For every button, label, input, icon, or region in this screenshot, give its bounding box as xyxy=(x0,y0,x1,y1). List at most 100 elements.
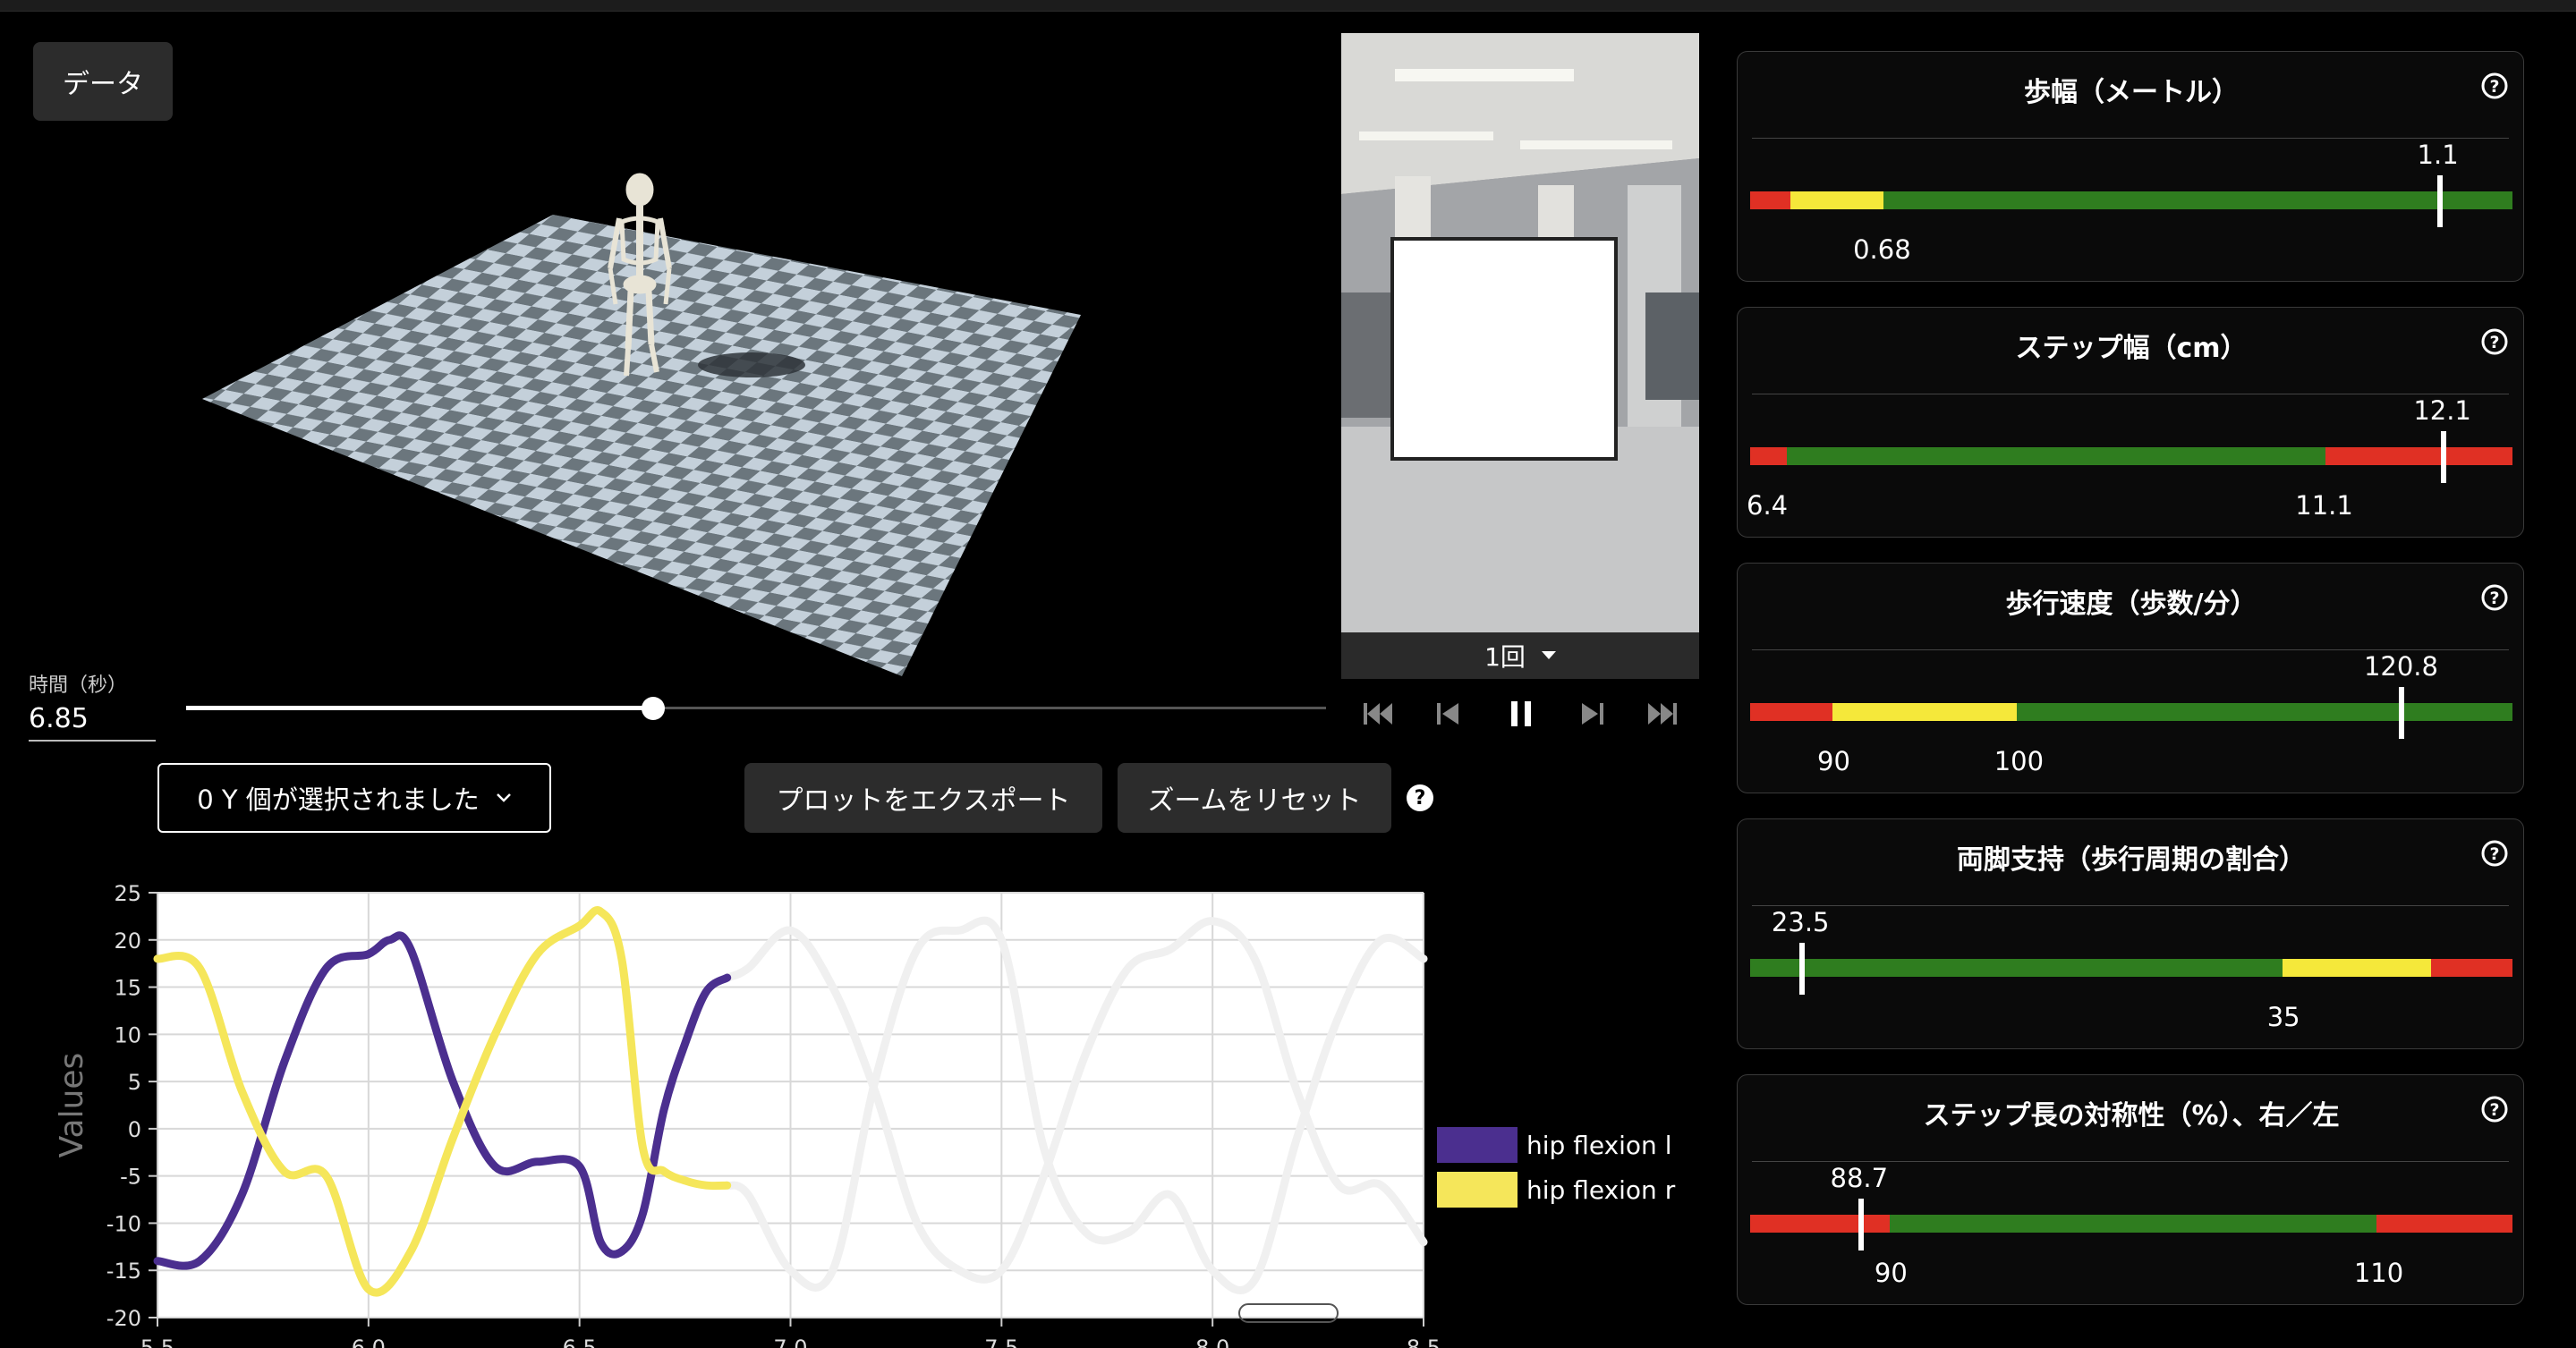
repeat-label: 1回 xyxy=(1484,642,1526,672)
y-tick-label: 25 xyxy=(114,881,141,906)
value-marker xyxy=(2441,431,2447,483)
range-segment xyxy=(1786,447,2326,465)
help-circle-icon[interactable]: ? xyxy=(2480,583,2509,612)
svg-text:?: ? xyxy=(2489,1100,2499,1120)
range-segment xyxy=(1750,447,1787,465)
timeline-progress xyxy=(186,706,654,710)
y-tick-label: 0 xyxy=(128,1117,141,1142)
range-bar xyxy=(1750,703,2512,721)
metric-card: ステップ長の対称性（%）、右／左? 88.7 90 110 xyxy=(1737,1074,2524,1305)
help-circle-icon[interactable]: ? xyxy=(2480,1095,2509,1123)
reset-zoom-button[interactable]: ズームをリセット xyxy=(1118,763,1391,833)
metric-title: ステップ長の対称性（%）、右／左 xyxy=(1923,1100,2340,1132)
value-marker xyxy=(1798,943,1805,995)
range-segment xyxy=(2325,447,2512,465)
svg-text:?: ? xyxy=(2489,77,2499,97)
threshold-label: 110 xyxy=(2353,1258,2404,1288)
x-tick-label: 7.0 xyxy=(773,1335,807,1348)
caret-down-icon xyxy=(1541,651,1556,659)
x-tick-label: 5.5 xyxy=(140,1335,174,1348)
range-segment xyxy=(1889,1215,2377,1233)
legend-swatch-hip-flexion-l xyxy=(1437,1127,1518,1163)
skeleton-shadow xyxy=(698,352,805,377)
current-value: 1.1 xyxy=(2417,140,2459,170)
metric-title: ステップ幅（cm） xyxy=(2015,333,2248,364)
metric-card: ステップ幅（cm）? 12.1 6.4 11.1 xyxy=(1737,307,2524,538)
current-value: 12.1 xyxy=(2413,395,2471,426)
x-tick-label: 8.5 xyxy=(1407,1335,1441,1348)
card-divider xyxy=(1752,905,2509,906)
y-axis-label: Values xyxy=(54,1053,90,1158)
range-segment xyxy=(2282,959,2431,977)
legend-swatch-hip-flexion-r xyxy=(1437,1172,1518,1208)
value-marker xyxy=(2399,687,2405,739)
threshold-label: 11.1 xyxy=(2295,490,2353,521)
hip-flexion-chart[interactable]: 25 20 15 10 5 0 -5 -10 -15 -20 5.5 6.0 6.5 7.0 7.5 8.0 8… xyxy=(0,859,1700,1348)
range-bar xyxy=(1750,447,2512,465)
value-marker xyxy=(2437,175,2444,227)
repeat-selector[interactable]: 1回 xyxy=(1341,632,1699,679)
range-segment xyxy=(2430,959,2512,977)
chevron-down-icon xyxy=(496,793,511,802)
threshold-label: 90 xyxy=(1874,1258,1908,1288)
y-tick-label: -20 xyxy=(106,1306,141,1331)
step-back-icon[interactable] xyxy=(1430,696,1466,732)
metric-title: 歩行速度（歩数/分） xyxy=(2005,589,2257,620)
current-value: 88.7 xyxy=(1830,1163,1889,1193)
time-label: 時間（秒） xyxy=(29,674,128,697)
help-circle-icon[interactable]: ? xyxy=(2480,327,2509,356)
help-circle-icon[interactable]: ? xyxy=(2480,839,2509,868)
svg-text:?: ? xyxy=(2489,333,2499,352)
x-tick-label: 6.5 xyxy=(563,1335,597,1348)
range-segment xyxy=(1750,703,1833,721)
card-divider xyxy=(1752,1161,2509,1162)
skip-to-start-icon[interactable] xyxy=(1360,696,1396,732)
video-preview[interactable] xyxy=(1341,33,1699,632)
metric-title: 両脚支持（歩行周期の割合） xyxy=(1957,844,2306,876)
select-label: 0 Y 個が選択されました xyxy=(197,784,480,815)
y-tick-label: 20 xyxy=(114,928,141,954)
range-bar xyxy=(1750,1215,2512,1233)
y-tick-label: 15 xyxy=(114,976,141,1001)
x-tick-label: 7.5 xyxy=(984,1335,1018,1348)
card-divider xyxy=(1752,649,2509,650)
range-segment xyxy=(1832,703,2018,721)
threshold-label: 100 xyxy=(1994,746,2045,776)
step-forward-icon[interactable] xyxy=(1575,696,1611,732)
y-tick-label: 5 xyxy=(128,1070,141,1095)
svg-text:?: ? xyxy=(2489,589,2499,608)
value-marker xyxy=(1858,1199,1864,1251)
data-button[interactable]: データ xyxy=(33,42,173,121)
threshold-label: 6.4 xyxy=(1747,490,1789,521)
y-series-select[interactable]: 0 Y 個が選択されました xyxy=(157,763,551,833)
threshold-label: 0.68 xyxy=(1853,234,1911,265)
help-icon[interactable]: ? xyxy=(1407,784,1433,811)
checkered-floor xyxy=(202,215,1081,676)
time-input[interactable]: 6.85 xyxy=(29,703,156,742)
metric-card: 歩行速度（歩数/分）? 120.8 90 100 xyxy=(1737,563,2524,793)
metric-card: 歩幅（メートル）? 1.1 0.68 xyxy=(1737,51,2524,282)
pause-icon[interactable] xyxy=(1503,696,1539,732)
skip-to-end-icon[interactable] xyxy=(1645,696,1680,732)
skeleton-3d-viewer[interactable] xyxy=(179,161,1127,698)
range-segment xyxy=(1750,959,2283,977)
svg-text:?: ? xyxy=(2489,844,2499,864)
export-plot-button[interactable]: プロットをエクスポート xyxy=(744,763,1102,833)
x-tick-label: 8.0 xyxy=(1195,1335,1229,1348)
x-tick-label: 6.0 xyxy=(352,1335,386,1348)
y-tick-label: -15 xyxy=(106,1259,141,1284)
y-tick-label: -10 xyxy=(106,1211,141,1236)
privacy-blur-box xyxy=(1390,237,1618,461)
range-segment xyxy=(1750,1215,1890,1233)
range-segment xyxy=(2376,1215,2512,1233)
y-tick-label: -5 xyxy=(120,1165,141,1190)
threshold-label: 35 xyxy=(2266,1002,2300,1032)
card-divider xyxy=(1752,138,2509,139)
threshold-label: 90 xyxy=(1817,746,1850,776)
range-segment xyxy=(2017,703,2512,721)
range-segment xyxy=(1883,191,2512,209)
range-segment xyxy=(1750,191,1791,209)
help-circle-icon[interactable]: ? xyxy=(2480,72,2509,100)
range-bar xyxy=(1750,191,2512,209)
timeline-thumb[interactable] xyxy=(642,697,666,720)
